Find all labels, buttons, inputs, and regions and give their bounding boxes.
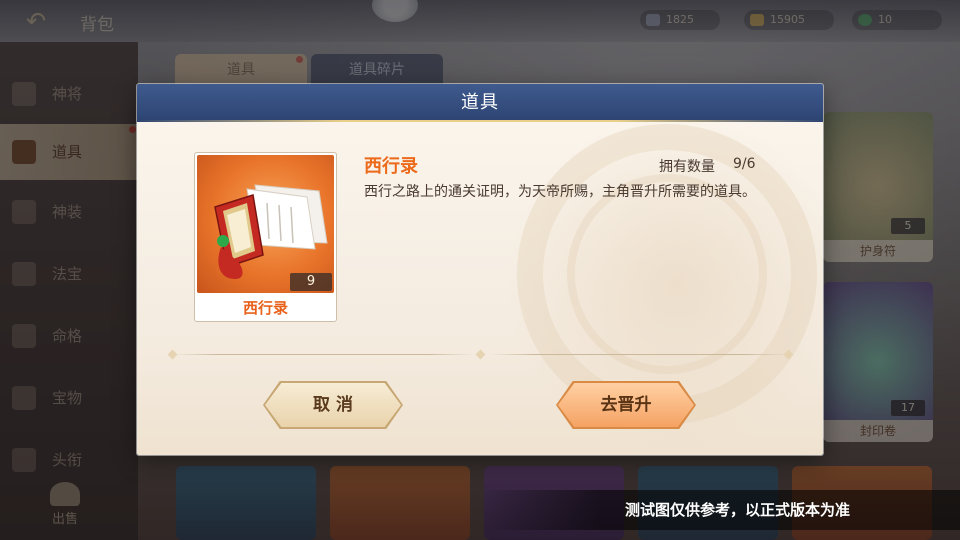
item-name: 西行录 <box>364 156 418 177</box>
item-dialog: 道具 9 西行录 西行录 拥有数量 9/6 西行之路上的通关证明，为天帝所赐，主… <box>137 84 823 455</box>
divider <box>489 354 789 355</box>
item-description: 西行之路上的通关证明，为天帝所赐，主角晋升所需要的道具。 <box>364 184 756 200</box>
decorative-ring <box>567 174 767 374</box>
item-quantity-badge: 9 <box>290 273 332 291</box>
owned-count-value: 9/6 <box>733 156 756 172</box>
divider-gem-icon <box>167 349 178 360</box>
test-watermark: 测试图仅供参考，以正式版本为准 <box>480 490 960 530</box>
divider <box>173 354 473 355</box>
item-card: 9 西行录 <box>194 152 337 322</box>
cancel-button[interactable]: 取 消 <box>265 383 401 427</box>
dialog-header: 道具 <box>137 84 823 122</box>
owned-count-label: 拥有数量 <box>659 159 715 175</box>
item-card-name: 西行录 <box>242 299 288 317</box>
scroll-book-icon: 9 <box>197 155 334 293</box>
go-promote-button[interactable]: 去晋升 <box>558 383 694 427</box>
dialog-title: 道具 <box>461 92 499 113</box>
divider-gem-icon <box>475 349 486 360</box>
